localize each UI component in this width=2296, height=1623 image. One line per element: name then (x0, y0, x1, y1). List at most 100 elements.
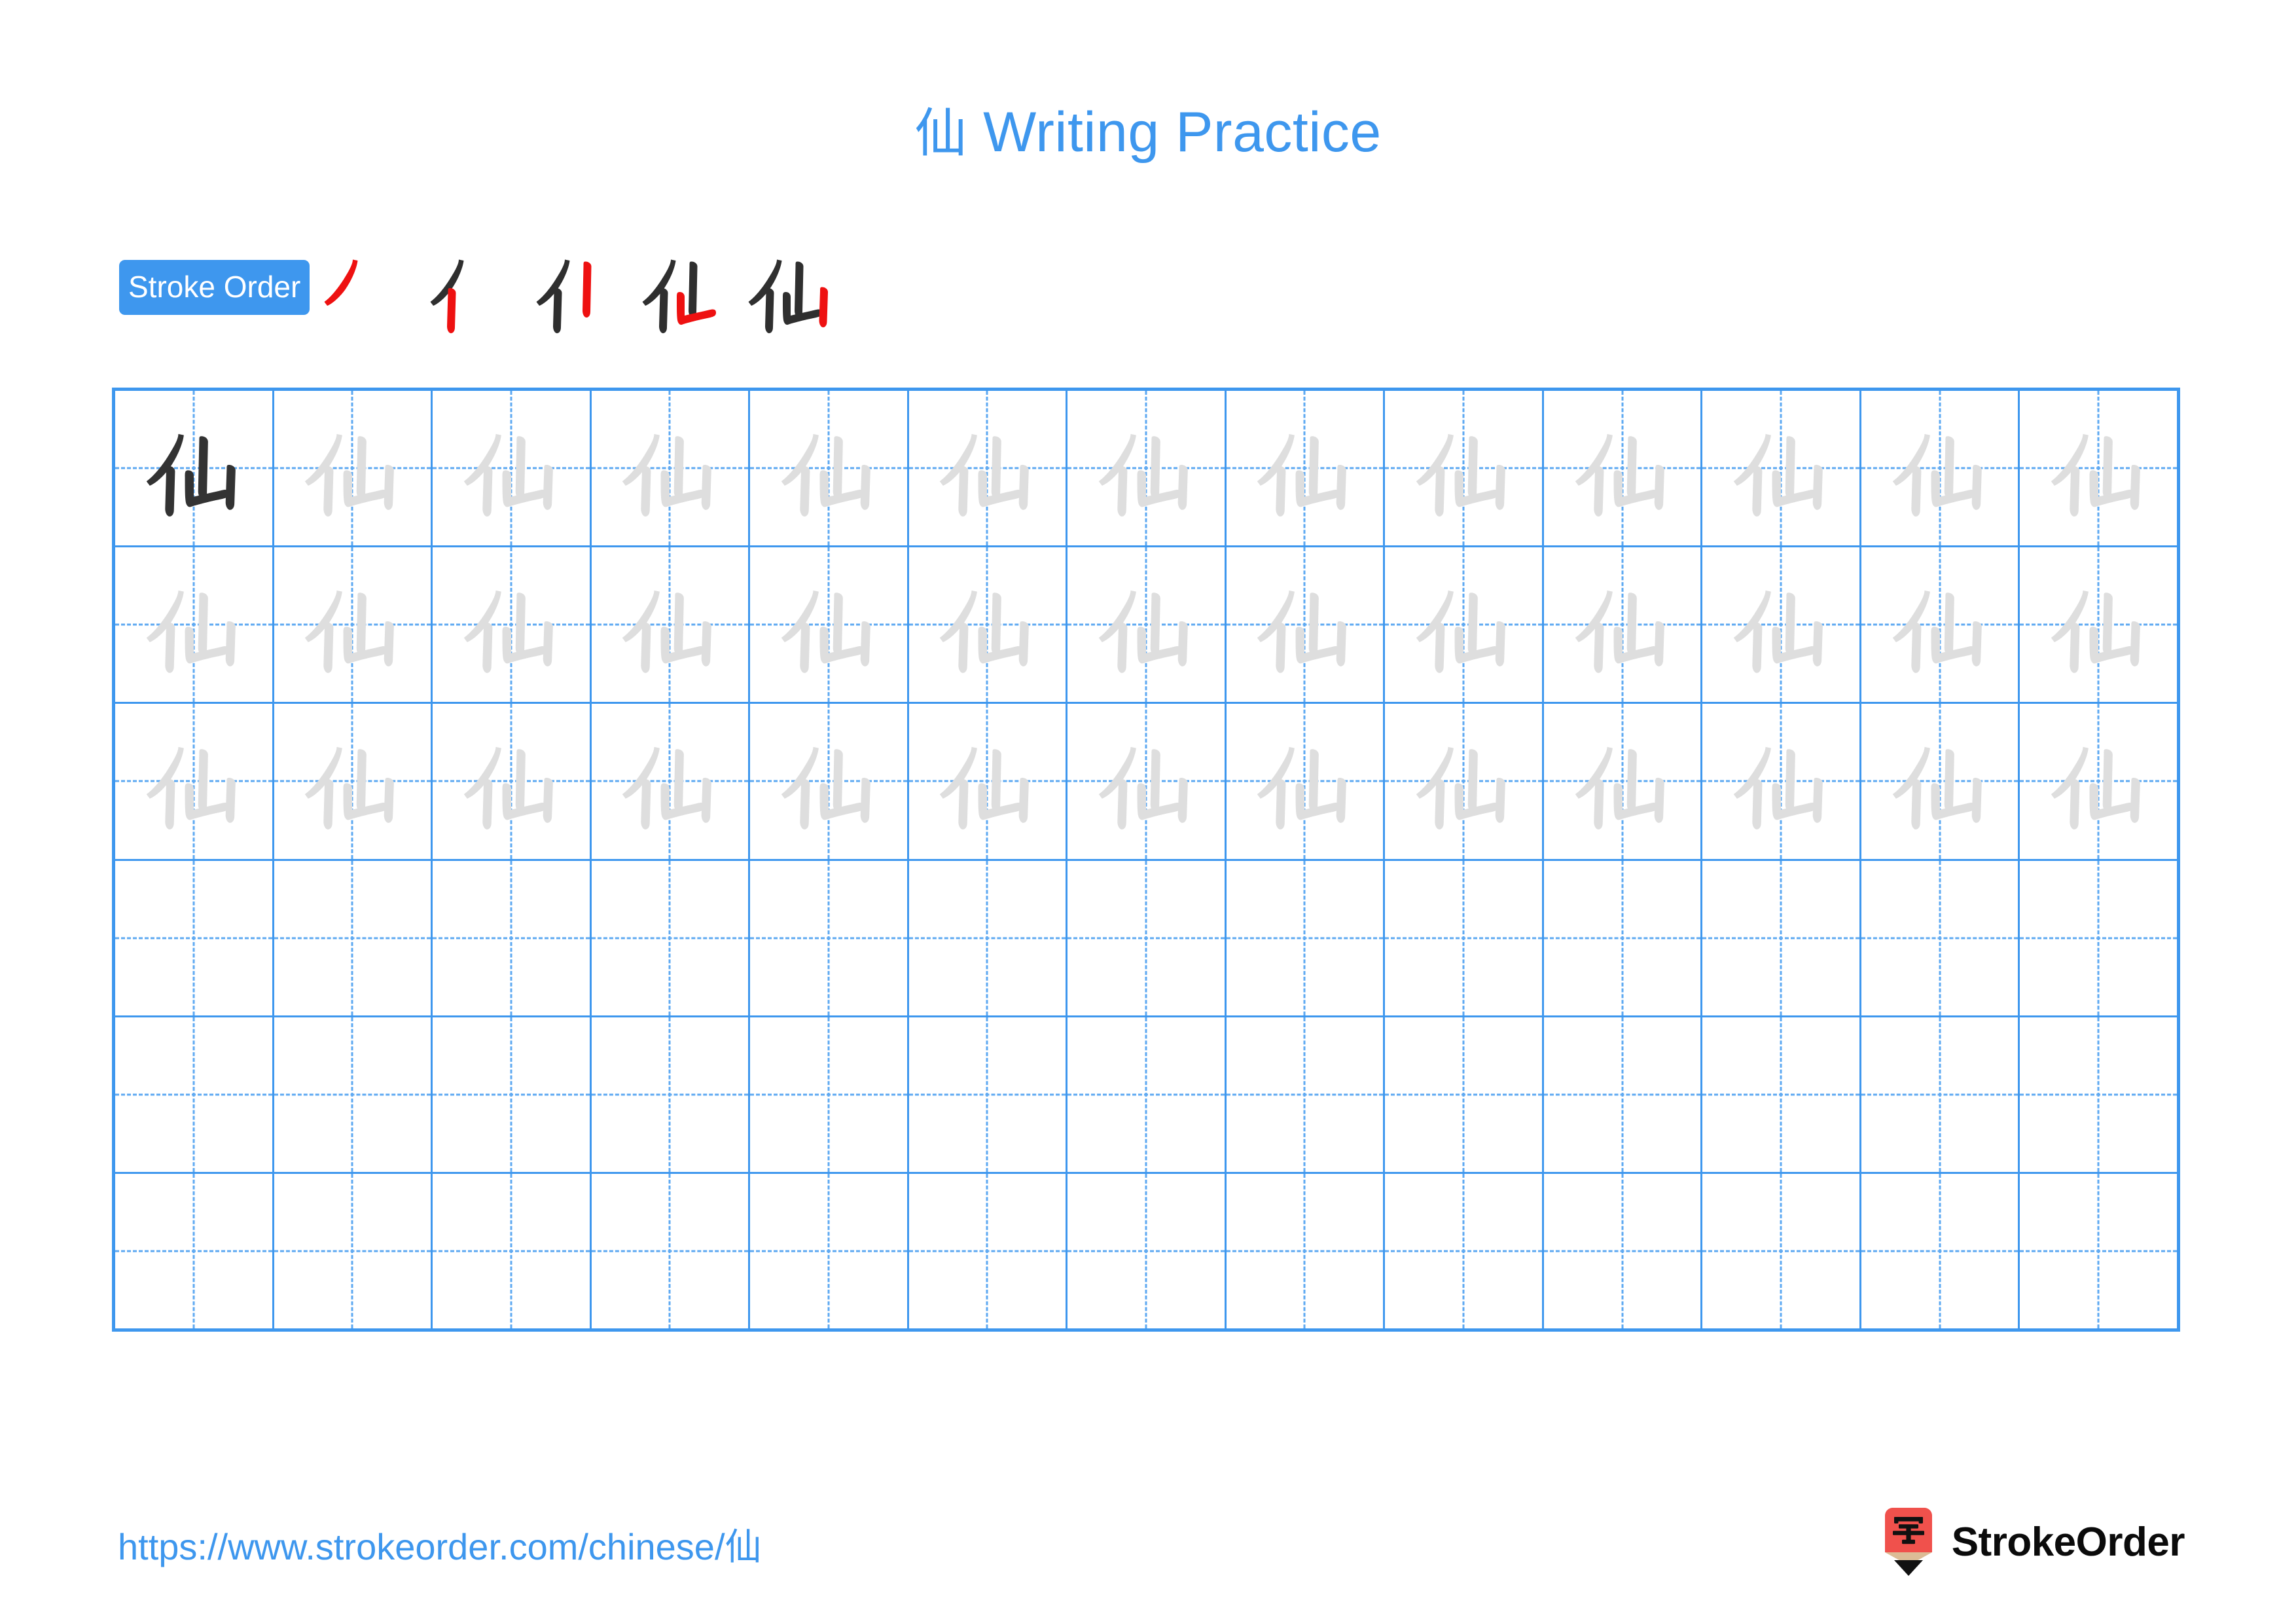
grid-cell[interactable] (2020, 860, 2177, 1015)
grid-cell[interactable] (1861, 1017, 2020, 1172)
grid-cell[interactable] (1385, 860, 1544, 1015)
grid-cell[interactable] (1861, 704, 2020, 859)
cell-vertical-guide (668, 1173, 671, 1329)
cell-vertical-guide (1939, 860, 1941, 1015)
grid-cell[interactable] (908, 1017, 1068, 1172)
trace-character (1067, 704, 1225, 858)
grid-row (115, 1017, 2177, 1174)
cell-horizontal-guide (2020, 1093, 2177, 1096)
cell-horizontal-guide (908, 1093, 1066, 1096)
grid-cell[interactable] (433, 391, 592, 546)
brand-logo[interactable]: StrokeOrder (1880, 1506, 2185, 1578)
grid-cell[interactable] (2020, 1173, 2177, 1329)
grid-cell[interactable] (2020, 391, 2177, 546)
grid-cell[interactable] (1385, 1017, 1544, 1172)
grid-cell[interactable] (274, 1173, 433, 1329)
cell-vertical-guide (1621, 1173, 1624, 1329)
grid-cell[interactable] (1385, 704, 1544, 859)
trace-character (1385, 391, 1542, 545)
cell-horizontal-guide (1861, 1250, 2018, 1252)
trace-character (1067, 391, 1225, 545)
trace-character (592, 704, 749, 858)
cell-horizontal-guide (908, 937, 1066, 939)
grid-cell[interactable] (433, 1173, 592, 1329)
grid-cell[interactable] (1226, 547, 1386, 702)
grid-cell[interactable] (1543, 1173, 1703, 1329)
grid-cell[interactable] (115, 1017, 274, 1172)
grid-cell[interactable] (115, 391, 274, 546)
grid-cell[interactable] (274, 860, 433, 1015)
character-glyph-trace (781, 591, 870, 674)
grid-cell[interactable] (2020, 547, 2177, 702)
grid-cell[interactable] (274, 547, 433, 702)
grid-cell[interactable] (591, 860, 751, 1015)
grid-cell[interactable] (1702, 391, 1861, 546)
grid-cell[interactable] (750, 1173, 909, 1329)
grid-cell[interactable] (750, 547, 909, 702)
grid-cell[interactable] (908, 1173, 1068, 1329)
grid-cell[interactable] (908, 391, 1068, 546)
grid-cell[interactable] (433, 860, 592, 1015)
grid-cell[interactable] (1543, 547, 1703, 702)
cell-vertical-guide (192, 860, 195, 1015)
grid-cell[interactable] (2020, 704, 2177, 859)
grid-cell[interactable] (1067, 1173, 1227, 1329)
grid-cell[interactable] (1226, 860, 1386, 1015)
grid-cell[interactable] (1702, 704, 1861, 859)
grid-cell[interactable] (274, 704, 433, 859)
trace-character (750, 547, 907, 702)
grid-cell[interactable] (1702, 547, 1861, 702)
grid-cell[interactable] (591, 704, 751, 859)
grid-cell[interactable] (115, 547, 274, 702)
grid-cell[interactable] (1226, 1173, 1386, 1329)
grid-cell[interactable] (274, 1017, 433, 1172)
cell-vertical-guide (192, 1017, 195, 1172)
grid-cell[interactable] (750, 391, 909, 546)
cell-horizontal-guide (115, 1093, 272, 1096)
grid-cell[interactable] (908, 860, 1068, 1015)
grid-cell[interactable] (591, 391, 751, 546)
footer-url[interactable]: https://www.strokeorder.com/chinese/仙 (118, 1518, 762, 1571)
grid-cell[interactable] (1226, 391, 1386, 546)
grid-cell[interactable] (2020, 1017, 2177, 1172)
grid-cell[interactable] (274, 391, 433, 546)
grid-cell[interactable] (1861, 391, 2020, 546)
grid-cell[interactable] (1385, 391, 1544, 546)
grid-cell[interactable] (1226, 704, 1386, 859)
grid-cell[interactable] (1543, 391, 1703, 546)
grid-cell[interactable] (433, 704, 592, 859)
grid-cell[interactable] (1067, 391, 1227, 546)
grid-cell[interactable] (1385, 547, 1544, 702)
grid-cell[interactable] (1861, 547, 2020, 702)
grid-cell[interactable] (1702, 1017, 1861, 1172)
grid-cell[interactable] (591, 1017, 751, 1172)
grid-cell[interactable] (1067, 547, 1227, 702)
grid-cell[interactable] (750, 704, 909, 859)
grid-cell[interactable] (1861, 1173, 2020, 1329)
grid-cell[interactable] (591, 1173, 751, 1329)
grid-cell[interactable] (1067, 1017, 1227, 1172)
cell-horizontal-guide (1702, 937, 1859, 939)
grid-cell[interactable] (433, 547, 592, 702)
trace-character (909, 547, 1066, 702)
grid-cell[interactable] (591, 547, 751, 702)
grid-cell[interactable] (1543, 704, 1703, 859)
grid-cell[interactable] (1385, 1173, 1544, 1329)
grid-cell[interactable] (433, 1017, 592, 1172)
grid-cell[interactable] (115, 860, 274, 1015)
grid-cell[interactable] (1861, 860, 2020, 1015)
grid-cell[interactable] (908, 704, 1068, 859)
grid-cell[interactable] (908, 547, 1068, 702)
grid-cell[interactable] (1226, 1017, 1386, 1172)
character-glyph-trace (1892, 591, 1982, 674)
grid-cell[interactable] (1702, 1173, 1861, 1329)
grid-cell[interactable] (750, 860, 909, 1015)
grid-cell[interactable] (1543, 860, 1703, 1015)
grid-cell[interactable] (115, 704, 274, 859)
grid-cell[interactable] (1067, 704, 1227, 859)
grid-cell[interactable] (1543, 1017, 1703, 1172)
grid-cell[interactable] (1702, 860, 1861, 1015)
grid-cell[interactable] (115, 1173, 274, 1329)
grid-cell[interactable] (1067, 860, 1227, 1015)
grid-cell[interactable] (750, 1017, 909, 1172)
